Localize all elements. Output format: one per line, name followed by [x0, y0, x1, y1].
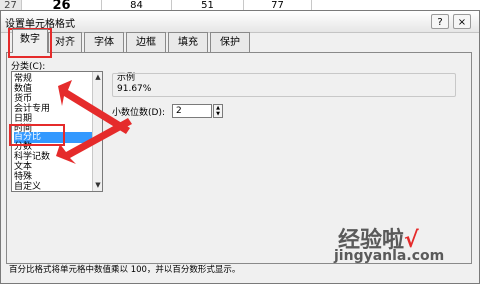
close-button[interactable]: ×: [453, 14, 471, 29]
tab-font[interactable]: 字体: [84, 32, 124, 52]
tab-protection[interactable]: 保护: [210, 32, 250, 52]
category-highlight-box: [9, 124, 65, 146]
help-button[interactable]: ?: [431, 14, 449, 29]
list-scrollbar[interactable]: ▲ ▼: [92, 72, 102, 191]
decimal-stepper[interactable]: ▲ ▼: [213, 104, 223, 118]
tab-border[interactable]: 边框: [126, 32, 166, 52]
dialog-titlebar[interactable]: 设置单元格格式 ? ×: [1, 11, 479, 33]
watermark-domain: jingyanla.com: [334, 248, 445, 264]
decimal-label: 小数位数(D):: [112, 108, 165, 118]
scroll-down-icon[interactable]: ▼: [94, 181, 102, 190]
scroll-up-icon[interactable]: ▲: [94, 73, 102, 82]
list-item[interactable]: 自定义: [14, 182, 92, 191]
format-description: 百分比格式将单元格中数值乘以 100，并以百分数形式显示。: [9, 265, 241, 275]
sample-value: 91.67%: [117, 84, 152, 94]
tab-alignment[interactable]: 对齐: [48, 32, 82, 52]
tab-number[interactable]: 数字: [12, 29, 48, 53]
tab-fill[interactable]: 填充: [168, 32, 208, 52]
sample-box: 91.67%: [112, 73, 456, 97]
stepper-down-icon[interactable]: ▼: [214, 111, 222, 117]
decimal-input[interactable]: 2: [172, 104, 212, 118]
